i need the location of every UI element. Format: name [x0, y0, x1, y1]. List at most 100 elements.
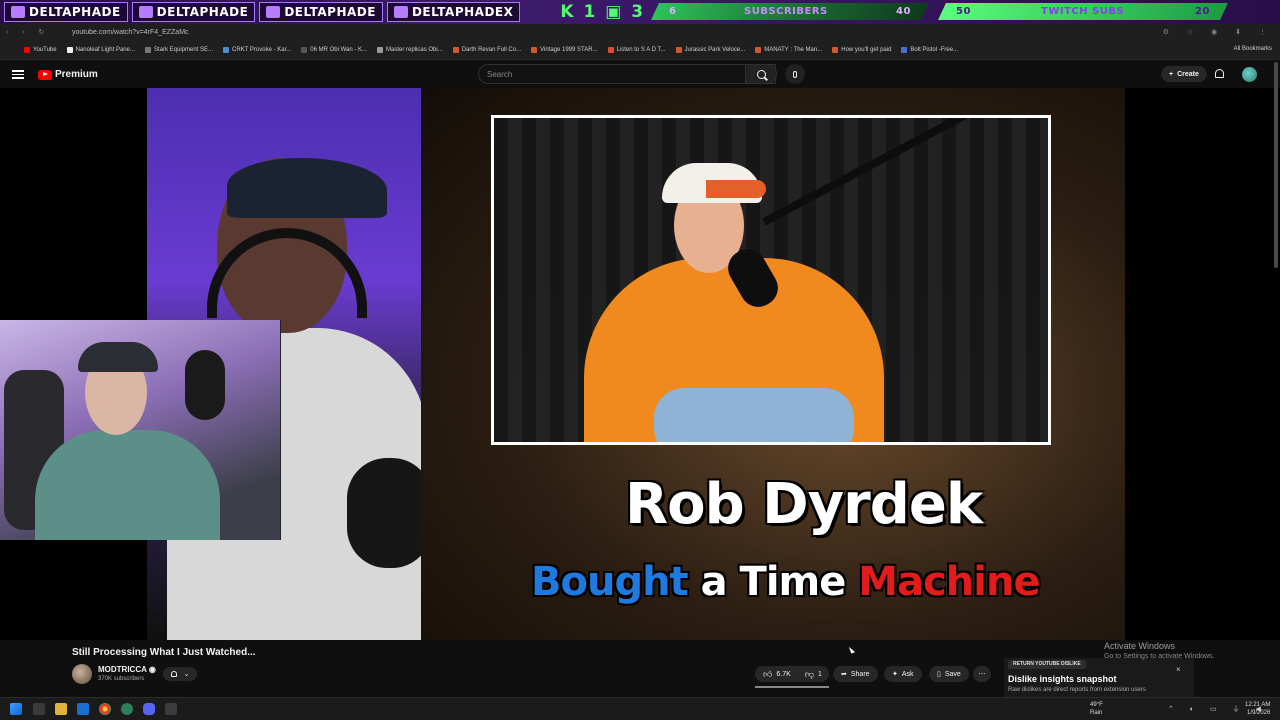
- nav-arrows-icon[interactable]: ‹ › ↻: [0, 28, 60, 36]
- bookmark[interactable]: CRKT Provoke - Kar...: [223, 46, 291, 53]
- twitch-handle: DELTAPHADE: [4, 2, 128, 22]
- channel-name[interactable]: MODTRICCA ◉: [98, 665, 156, 674]
- bookmarks-bar: YouTube Nanoleaf Light Pane... Stark Equ…: [0, 40, 1280, 60]
- chrome-icon[interactable]: [99, 703, 111, 715]
- verified-icon: ◉: [148, 665, 156, 674]
- youtube-icon: [266, 6, 281, 18]
- file-explorer-icon[interactable]: [55, 703, 67, 715]
- browser-address-bar: ‹ › ↻ youtube.com/watch?v=4rF4_EZZaMc ⚙ …: [0, 24, 1280, 40]
- taskbar-clock[interactable]: 12:21 AM 1/9/2026: [1245, 701, 1270, 717]
- bookmark-icon: [675, 46, 682, 53]
- stream-overlay-banner: DELTAPHADE DELTAPHADE DELTAPHADE DELTAPH…: [0, 0, 1280, 24]
- video-title: Still Processing What I Just Watched...: [72, 647, 256, 658]
- bookmark[interactable]: Listen to S A D T...: [607, 46, 666, 53]
- channel-avatar[interactable]: [72, 664, 92, 684]
- windows-start-icon[interactable]: [10, 703, 22, 715]
- bell-icon: [170, 671, 177, 677]
- subscribed-bell-button[interactable]: ⌄: [163, 667, 197, 681]
- activate-windows-sub: Go to Settings to activate Windows.: [1104, 653, 1215, 660]
- guest-webcam: [0, 320, 281, 540]
- chevron-down-icon: ⌄: [183, 671, 190, 678]
- activate-windows-watermark: Activate Windows: [1104, 641, 1176, 651]
- hamburger-menu-icon[interactable]: [12, 70, 24, 79]
- twitter-handle: DELTAPHADEX: [386, 2, 521, 22]
- bookmark[interactable]: Nanoleaf Light Pane...: [66, 46, 135, 53]
- return-dislike-button[interactable]: RETURN YOUTUBE DISLIKE: [1008, 660, 1086, 669]
- account-avatar[interactable]: [1242, 67, 1257, 82]
- youtube-logo[interactable]: Premium: [38, 69, 98, 80]
- obs-icon[interactable]: [165, 703, 177, 715]
- bookmark-icon: [301, 46, 308, 53]
- notifications-bell-icon[interactable]: [1215, 69, 1224, 78]
- dislike-insights-popup: RETURN YOUTUBE DISLIKE Dislike insights …: [1004, 658, 1194, 698]
- youtube-play-icon: [38, 69, 52, 80]
- bookmark[interactable]: Master replicas Obi...: [377, 46, 443, 53]
- thumbs-down-icon[interactable]: 👎︎: [805, 669, 814, 680]
- more-actions-button[interactable]: ⋯: [973, 666, 991, 682]
- popup-title: Dislike insights snapshot: [1008, 674, 1117, 684]
- search-button[interactable]: [745, 64, 777, 84]
- social-handles: DELTAPHADE DELTAPHADE DELTAPHADE DELTAPH…: [0, 0, 521, 24]
- youtube-handle: DELTAPHADE: [259, 2, 383, 22]
- bookmark[interactable]: How you'll get paid: [832, 46, 891, 53]
- voice-search-button[interactable]: [785, 64, 805, 84]
- subscriber-count: 370K subscribers: [98, 676, 145, 682]
- instagram-handle: DELTAPHADE: [131, 2, 256, 22]
- more-icon: ⋯: [978, 671, 986, 678]
- search-icon: [756, 69, 766, 79]
- bookmark[interactable]: MANATY : The Man...: [755, 46, 822, 53]
- toolbar-icons[interactable]: ⚙ ☆ ◉ ⬇ ⋮: [1110, 28, 1280, 36]
- popup-description: Raw dislikes are direct reports from ext…: [1008, 687, 1146, 693]
- bookmark[interactable]: 06 MR Obi Wan - K...: [301, 46, 367, 53]
- sparkle-icon: ✦: [892, 671, 898, 678]
- search-input[interactable]: Search: [478, 64, 776, 84]
- bookmark-icon: [66, 46, 73, 53]
- thumbs-up-icon[interactable]: 👍︎: [763, 669, 772, 680]
- bookmark-icon: ▯: [937, 671, 941, 678]
- thumbnail-subtitle: Bought a Time Machine: [531, 559, 1041, 605]
- like-ratio-bar: [755, 686, 829, 688]
- k-counter: K 1 ▣ 3: [560, 2, 646, 22]
- twitter-icon: [393, 6, 408, 18]
- bookmark[interactable]: Stark Equipment SE...: [144, 46, 213, 53]
- bookmark-icon: [607, 46, 614, 53]
- create-button[interactable]: + Create: [1161, 66, 1207, 82]
- close-icon[interactable]: ×: [1176, 665, 1181, 674]
- share-button[interactable]: ➦ Share: [833, 666, 878, 682]
- instagram-icon: [138, 6, 153, 18]
- subscriber-goal-bar: 6 SUBSCRIBERS 40: [651, 3, 929, 20]
- bookmark-icon: [755, 46, 762, 53]
- twitch-subs-goal-bar: 50 TWITCH SUBS 20: [938, 3, 1228, 20]
- weather-widget[interactable]: 49°F Rain: [1090, 701, 1103, 717]
- video-player[interactable]: Rob Dyrdek Bought a Time Machine: [0, 88, 1280, 640]
- page-scrollbar[interactable]: [1274, 62, 1278, 268]
- twitch-icon: [11, 6, 25, 18]
- ask-button[interactable]: ✦ Ask: [884, 666, 922, 682]
- youtube-header: Premium Search + Create: [0, 61, 1280, 88]
- bookmark-icon: [531, 46, 538, 53]
- bookmark[interactable]: Vintage 1999 STAR...: [531, 46, 598, 53]
- podcast-clip-frame: [491, 115, 1051, 445]
- microphone-icon: [793, 70, 797, 78]
- plus-icon: +: [1169, 70, 1174, 78]
- bookmark-icon: [144, 46, 151, 53]
- screen: DELTAPHADE DELTAPHADE DELTAPHADE DELTAPH…: [0, 0, 1280, 720]
- bookmark-icon: [377, 46, 384, 53]
- search-icon[interactable]: [33, 703, 45, 715]
- windows-taskbar: 49°F Rain ⌃ ◐ ▭ ⏚ ◀ 12:21 AM 1/9/2026: [0, 697, 1280, 720]
- bookmark-icon: [901, 46, 908, 53]
- url-field[interactable]: youtube.com/watch?v=4rF4_EZZaMc: [60, 29, 1110, 36]
- thumbnail-title: Rob Dyrdek: [625, 472, 983, 537]
- steam-icon[interactable]: [77, 703, 89, 715]
- all-bookmarks[interactable]: All Bookmarks: [1234, 46, 1272, 52]
- bookmark[interactable]: Jurassic Park Veloce...: [675, 46, 745, 53]
- bookmark[interactable]: YouTube: [24, 46, 57, 53]
- bookmark[interactable]: Darth Revan Full Co...: [452, 46, 521, 53]
- bookmark-icon: [832, 46, 839, 53]
- discord-icon[interactable]: [143, 703, 155, 715]
- bookmark[interactable]: Bolt Pistol -Free...: [901, 46, 958, 53]
- save-button[interactable]: ▯ Save: [929, 666, 969, 682]
- app-icon[interactable]: [121, 703, 133, 715]
- bookmark-icon: [223, 46, 229, 53]
- like-dislike-button[interactable]: 👍︎ 6.7K 👎︎ 1: [755, 666, 829, 682]
